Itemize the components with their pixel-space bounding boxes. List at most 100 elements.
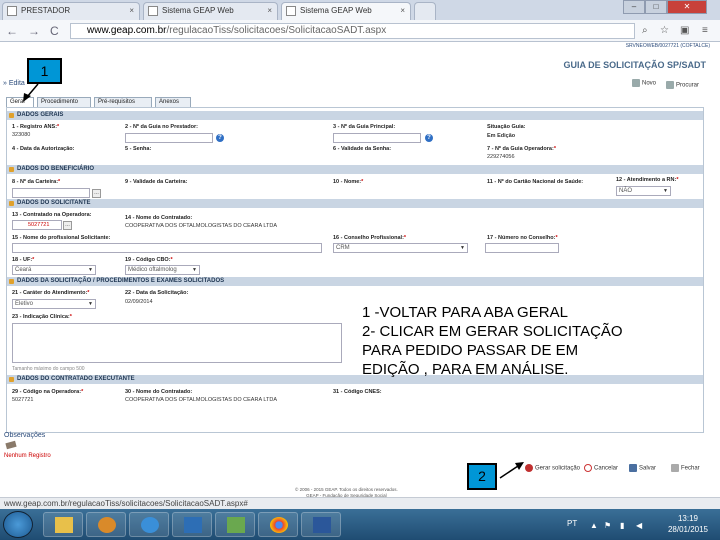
carteira-input[interactable] bbox=[12, 188, 90, 198]
folder-icon bbox=[55, 517, 73, 533]
page-icon bbox=[7, 6, 17, 16]
value-registro-ans: 323080 bbox=[12, 132, 31, 138]
search-icon[interactable]: ⌕ bbox=[642, 25, 648, 37]
carater-select[interactable]: Eletivo bbox=[12, 299, 96, 309]
taskbar-app[interactable] bbox=[172, 512, 212, 537]
search-icon bbox=[666, 81, 674, 89]
start-button[interactable] bbox=[3, 511, 33, 538]
numero-conselho-input[interactable] bbox=[485, 243, 559, 253]
tab-label: PRESTADOR bbox=[21, 6, 71, 15]
salvar-button[interactable]: Salvar bbox=[629, 464, 656, 472]
taskbar-explorer[interactable] bbox=[43, 512, 83, 537]
form-panel: DADOS GERAIS 1 - Registro ANS:* 323080 2… bbox=[6, 107, 704, 433]
procurar-button[interactable]: Procurar bbox=[666, 81, 699, 89]
volume-icon[interactable]: ◀ bbox=[636, 521, 642, 530]
minimize-button[interactable]: – bbox=[623, 0, 645, 14]
clock[interactable]: 13:19 28/01/2015 bbox=[660, 513, 716, 535]
section-solicitacao: DADOS DA SOLICITAÇÃO / PROCEDIMENTOS E E… bbox=[7, 277, 703, 286]
url-domain: www.geap.com.br bbox=[87, 25, 167, 36]
section-beneficiario: DADOS DO BENEFICIÁRIO bbox=[7, 165, 703, 174]
browser-tab-prestador[interactable]: PRESTADOR × bbox=[2, 2, 140, 20]
label-nome-contratado: 14 - Nome do Contratado: bbox=[125, 215, 193, 221]
arrow-up-icon[interactable]: ▲ bbox=[590, 521, 598, 530]
forward-icon[interactable]: → bbox=[28, 24, 40, 38]
browser-tab-geap-1[interactable]: Sistema GEAP Web × bbox=[143, 2, 278, 20]
cancelar-button[interactable]: Cancelar bbox=[584, 464, 618, 472]
lookup-icon[interactable]: … bbox=[92, 189, 101, 198]
flag-icon[interactable]: ⚑ bbox=[604, 521, 611, 530]
extension-icon[interactable]: ▣ bbox=[680, 25, 689, 37]
taskbar-media[interactable] bbox=[86, 512, 126, 537]
tab-label: Sistema GEAP Web bbox=[162, 6, 234, 15]
network-icon[interactable]: ▮ bbox=[620, 521, 624, 530]
contratado-operadora-input[interactable]: 5027721 bbox=[12, 220, 62, 230]
label-data-solicitacao: 22 - Data da Solicitação: bbox=[125, 290, 189, 296]
save-icon bbox=[629, 464, 637, 472]
conselho-select[interactable]: CRM bbox=[333, 243, 468, 253]
close-icon bbox=[671, 464, 679, 472]
gerar-solicitacao-button[interactable]: Gerar solicitação bbox=[525, 464, 580, 472]
browser-tab-geap-2[interactable]: Sistema GEAP Web × bbox=[281, 2, 411, 20]
tab-geral[interactable]: Geral bbox=[6, 97, 34, 107]
cancelar-label: Cancelar bbox=[594, 465, 619, 472]
star-icon[interactable]: ☆ bbox=[660, 25, 669, 37]
tab-anexos[interactable]: Anexos bbox=[155, 97, 191, 107]
tab-pre-requisitos[interactable]: Pré-requisitos bbox=[94, 97, 152, 107]
ie-icon bbox=[141, 517, 159, 533]
label-contratado-operadora: 13 - Contratado na Operadora: bbox=[12, 212, 92, 218]
menu-icon[interactable]: ≡ bbox=[702, 25, 708, 37]
value-data-solicitacao: 02/09/2014 bbox=[125, 299, 153, 305]
app-icon bbox=[184, 517, 202, 533]
atendimento-rn-select[interactable]: NÃO bbox=[616, 186, 671, 196]
clock-date: 28/01/2015 bbox=[667, 525, 709, 534]
label-nome-contratado-exec: 30 - Nome do Contratado: bbox=[125, 389, 193, 395]
lookup-icon[interactable]: … bbox=[63, 221, 72, 230]
observacoes-link[interactable]: Observações bbox=[4, 432, 45, 439]
new-tab-button[interactable] bbox=[414, 2, 436, 20]
uf-select[interactable]: Ceará bbox=[12, 265, 96, 275]
fechar-label: Fechar bbox=[681, 465, 700, 472]
taskbar-app[interactable] bbox=[215, 512, 255, 537]
label-guia-operadora: 7 - Nº da Guia Operadora:* bbox=[487, 146, 556, 152]
maximize-button[interactable]: □ bbox=[645, 0, 667, 14]
label-profissional-solicitante: 15 - Nome do profissional Solicitante: bbox=[12, 235, 111, 241]
tab-procedimento[interactable]: Procedimento bbox=[37, 97, 91, 107]
browser-tab-bar: PRESTADOR × Sistema GEAP Web × Sistema G… bbox=[0, 0, 720, 20]
breadcrumb: » Edita bbox=[3, 80, 25, 87]
chrome-icon bbox=[270, 517, 288, 533]
help-icon[interactable]: ? bbox=[425, 134, 433, 142]
value-codigo-operadora: 5027721 bbox=[12, 397, 34, 403]
section-dados-gerais: DADOS GERAIS bbox=[7, 111, 703, 120]
value-guia-operadora: 229274056 bbox=[487, 154, 515, 160]
taskbar-word[interactable] bbox=[301, 512, 341, 537]
close-tab-icon[interactable]: × bbox=[400, 3, 405, 19]
guia-prestador-input[interactable] bbox=[125, 133, 213, 143]
taskbar-ie[interactable] bbox=[129, 512, 169, 537]
indicacao-clinica-textarea[interactable] bbox=[12, 323, 342, 363]
value-nome-contratado: COOPERATIVA DOS OFTALMOLOGISTAS DO CEARA… bbox=[125, 223, 277, 229]
fechar-button[interactable]: Fechar bbox=[671, 464, 700, 472]
label-uf: 18 - UF:* bbox=[12, 257, 35, 263]
reload-icon[interactable]: C bbox=[50, 24, 59, 38]
profissional-solicitante-input[interactable] bbox=[12, 243, 322, 253]
callout-1: 1 bbox=[27, 58, 62, 84]
close-tab-icon[interactable]: × bbox=[267, 3, 272, 19]
url-field[interactable]: www.geap.com.br/regulacaoTiss/solicitaco… bbox=[70, 23, 635, 39]
help-icon[interactable]: ? bbox=[216, 134, 224, 142]
pencil-icon[interactable] bbox=[5, 440, 17, 450]
guia-principal-input[interactable] bbox=[333, 133, 421, 143]
taskbar-chrome[interactable] bbox=[258, 512, 298, 537]
callout-2: 2 bbox=[467, 463, 497, 490]
cbo-select[interactable]: Médico oftalmolog bbox=[125, 265, 200, 275]
window-close-button[interactable]: ✕ bbox=[667, 0, 707, 14]
indicacao-hint: Tamanho máximo do campo 500 bbox=[12, 366, 85, 372]
address-toolbar: ← → C www.geap.com.br/regulacaoTiss/soli… bbox=[0, 20, 720, 42]
label-registro-ans: 1 - Registro ANS:* bbox=[12, 124, 60, 130]
label-nome: 10 - Nome:* bbox=[333, 179, 364, 185]
label-carteira: 8 - Nº da Carteira:* bbox=[12, 179, 61, 185]
novo-button[interactable]: Novo bbox=[632, 79, 656, 87]
section-solicitante: DADOS DO SOLICITANTE bbox=[7, 199, 703, 208]
close-tab-icon[interactable]: × bbox=[129, 3, 134, 19]
back-icon[interactable]: ← bbox=[6, 24, 18, 38]
language-indicator[interactable]: PT bbox=[567, 519, 577, 528]
